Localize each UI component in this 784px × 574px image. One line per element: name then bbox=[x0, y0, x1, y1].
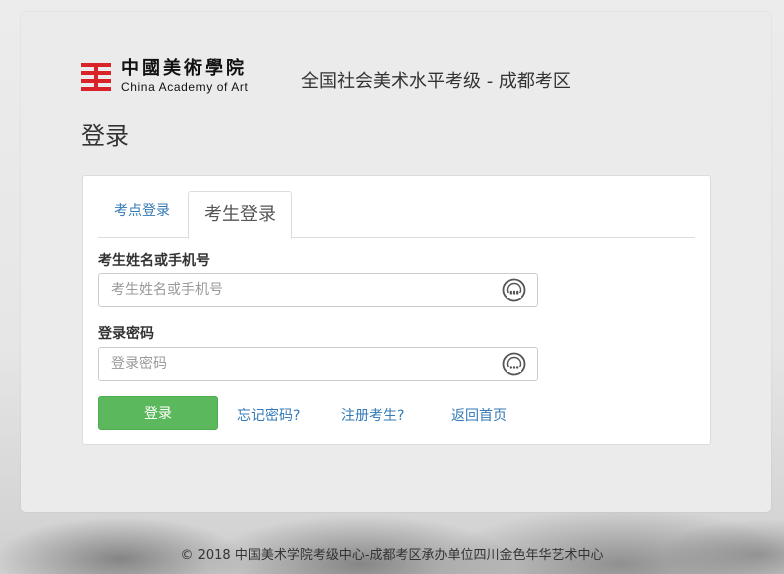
logo-english-name: China Academy of Art bbox=[121, 80, 249, 94]
more-options-icon[interactable] bbox=[502, 352, 526, 376]
academy-logo-icon bbox=[81, 61, 111, 93]
username-input[interactable] bbox=[98, 273, 538, 307]
more-options-icon[interactable] bbox=[502, 278, 526, 302]
tab-exam-site-login[interactable]: 考点登录 bbox=[98, 191, 186, 237]
username-field-wrapper bbox=[98, 273, 538, 307]
password-input[interactable] bbox=[98, 347, 538, 381]
footer-copyright: © 2018 中国美术学院考级中心-成都考区承办单位四川金色年华艺术中心 bbox=[180, 548, 604, 563]
login-card: 中國美術學院 China Academy of Art 全国社会美术水平考级 -… bbox=[21, 12, 771, 512]
login-button[interactable]: 登录 bbox=[98, 396, 218, 430]
register-link[interactable]: 注册考生? bbox=[341, 405, 404, 425]
password-label: 登录密码 bbox=[98, 326, 154, 342]
login-panel: 考点登录 考生登录 考生姓名或手机号 登录密码 bbox=[82, 175, 711, 445]
username-label: 考生姓名或手机号 bbox=[98, 253, 210, 269]
tab-candidate-login[interactable]: 考生登录 bbox=[188, 191, 292, 239]
login-tabs: 考点登录 考生登录 bbox=[98, 191, 695, 239]
password-field-wrapper bbox=[98, 347, 538, 381]
site-title: 全国社会美术水平考级 - 成都考区 bbox=[301, 71, 571, 92]
brand-header: 中國美術學院 China Academy of Art bbox=[81, 60, 248, 94]
logo-chinese-name: 中國美術學院 bbox=[121, 58, 247, 79]
academy-logo-text: 中國美術學院 China Academy of Art bbox=[121, 58, 249, 95]
forgot-password-link[interactable]: 忘记密码? bbox=[237, 405, 300, 425]
page-title: 登录 bbox=[81, 122, 129, 150]
back-home-link[interactable]: 返回首页 bbox=[451, 405, 507, 425]
